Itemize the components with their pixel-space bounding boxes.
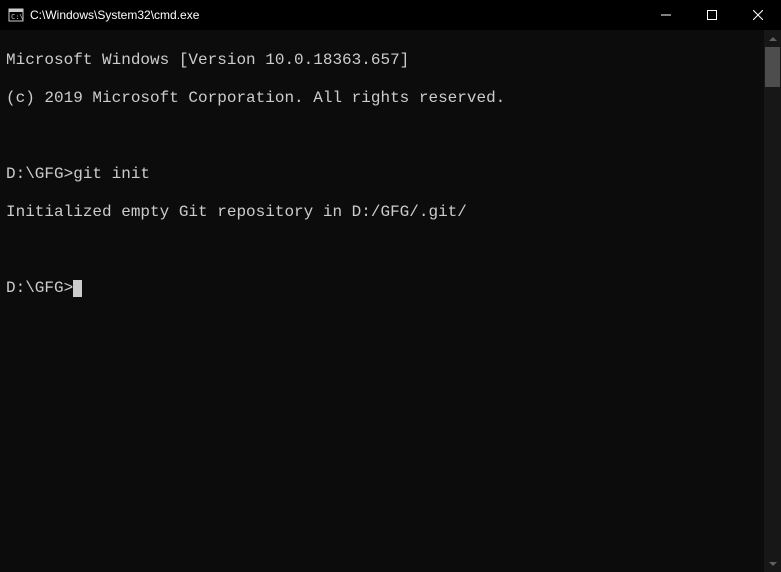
svg-text:C:\: C:\ [11,13,24,21]
console-prompt-line: D:\GFG>git init [6,165,758,184]
window-titlebar: C:\ C:\Windows\System32\cmd.exe [0,0,781,30]
maximize-button[interactable] [689,0,735,30]
window-title: C:\Windows\System32\cmd.exe [30,8,207,22]
scroll-thumb[interactable] [765,47,780,87]
minimize-button[interactable] [643,0,689,30]
console-prompt-line: D:\GFG> [6,279,758,298]
close-button[interactable] [735,0,781,30]
prompt-text: D:\GFG> [6,279,73,297]
console-blank [6,127,758,146]
window-controls [643,0,781,30]
console-area: Microsoft Windows [Version 10.0.18363.65… [0,30,781,572]
console-blank [6,241,758,260]
console-output[interactable]: Microsoft Windows [Version 10.0.18363.65… [0,30,764,572]
prompt-text: D:\GFG> [6,165,73,183]
vertical-scrollbar[interactable] [764,30,781,572]
console-line: Initialized empty Git repository in D:/G… [6,203,758,222]
scroll-up-arrow-icon[interactable] [764,30,781,47]
console-line: (c) 2019 Microsoft Corporation. All righ… [6,89,758,108]
console-line: Microsoft Windows [Version 10.0.18363.65… [6,51,758,70]
text-cursor [73,280,82,297]
cmd-icon: C:\ [8,7,24,23]
scroll-down-arrow-icon[interactable] [764,555,781,572]
command-text: git init [73,165,150,183]
